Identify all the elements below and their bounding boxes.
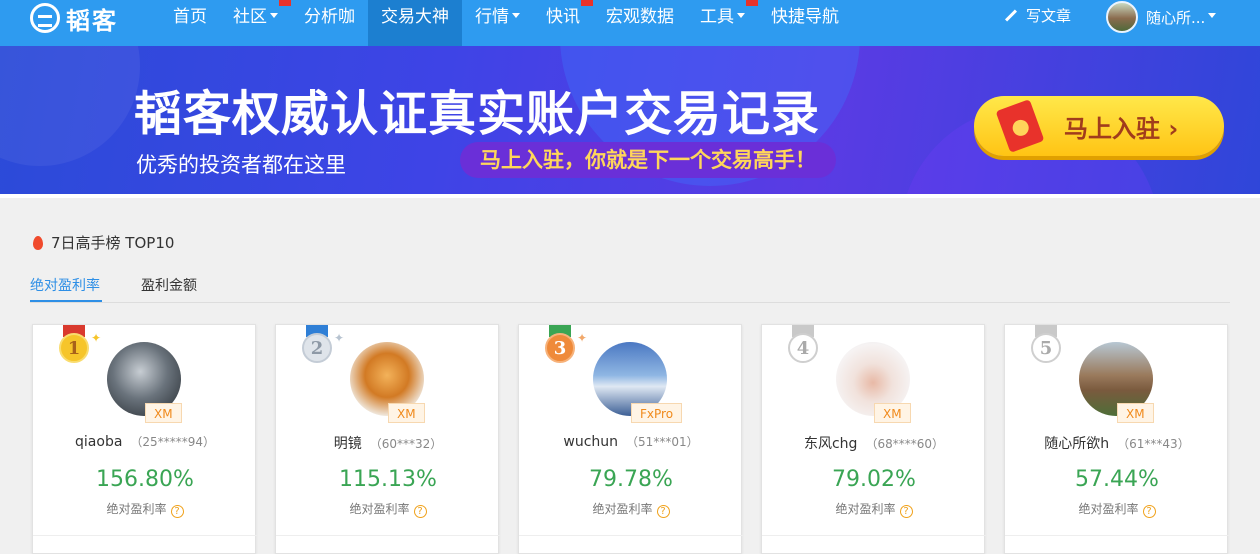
nav-item-label: 行情 xyxy=(475,7,509,27)
medal-icon: 5 xyxy=(1025,325,1069,369)
nav-item-quick-nav[interactable]: 快捷导航 xyxy=(758,0,852,46)
metric-label: 绝对盈利率 xyxy=(835,502,896,516)
metric-label: 绝对盈利率 xyxy=(106,502,167,516)
section-title-text: 7日高手榜 TOP10 xyxy=(51,234,175,252)
trader-name: 明镜 xyxy=(333,436,362,452)
nav-item-label: 工具 xyxy=(700,7,734,27)
return-value: 115.13% xyxy=(339,467,437,492)
logo-icon xyxy=(30,3,60,33)
return-value: 156.80% xyxy=(96,467,194,492)
caret-down-icon xyxy=(270,12,278,18)
user-avatar xyxy=(1106,1,1138,33)
active-tab-indicator xyxy=(30,300,102,302)
medal-icon: 3 ✦ xyxy=(539,325,587,369)
nav-item-macro-data[interactable]: 宏观数据 xyxy=(593,0,687,46)
trader-name: 随心所欲h xyxy=(1044,436,1110,452)
caret-down-icon xyxy=(1208,12,1217,18)
nav-item-news[interactable]: 快讯 xyxy=(533,0,593,46)
trader-id: （51***01） xyxy=(626,435,699,449)
trader-id: （61***43） xyxy=(1117,437,1190,451)
trader-card[interactable]: 3 ✦ FxPro wuchun （51***01） 79.78% 绝对盈利率? xyxy=(518,324,743,554)
return-value: 79.78% xyxy=(589,467,673,492)
write-article-label: 写文章 xyxy=(1026,7,1072,25)
question-icon[interactable]: ? xyxy=(170,505,184,518)
nav-item-label: 快讯 xyxy=(546,7,580,27)
nav-item-market[interactable]: 行情 xyxy=(462,0,533,46)
section-title: 7日高手榜 TOP10 xyxy=(33,232,174,253)
nav-item-label: 交易大神 xyxy=(381,7,449,27)
broker-badge: XM xyxy=(388,403,425,423)
tab-profit-amount[interactable]: 盈利金额 xyxy=(141,275,197,295)
question-icon[interactable]: ? xyxy=(899,505,913,518)
metric-label: 绝对盈利率 xyxy=(1078,502,1139,516)
trader-name: qiaoba xyxy=(75,434,123,450)
nav-item-tools[interactable]: 工具 xyxy=(687,0,758,46)
user-menu[interactable]: 随心所... xyxy=(1106,1,1217,33)
trader-name: wuchun xyxy=(563,434,619,450)
metric-label: 绝对盈利率 xyxy=(349,502,410,516)
banner-subtitle: 优秀的投资者都在这里 xyxy=(136,153,346,177)
medal-icon: 1 ✦ xyxy=(53,325,101,369)
trader-id: （68****60） xyxy=(865,437,944,451)
trader-name: 东风chg xyxy=(803,436,858,452)
question-icon[interactable]: ? xyxy=(1142,505,1156,518)
nav-item-analysts[interactable]: 分析咖 xyxy=(291,0,368,46)
user-name: 随心所... xyxy=(1146,8,1206,27)
nav-item-traders[interactable]: 交易大神 xyxy=(368,0,462,46)
nav-item-label: 快捷导航 xyxy=(771,7,839,27)
write-article-button[interactable]: 写文章 xyxy=(1004,5,1071,26)
nav-menu: 首页 社区 分析咖 交易大神 行情 快讯 宏观数据 工具 快捷导航 xyxy=(160,0,852,46)
trader-card[interactable]: 4 XM 东风chg （68****60） 79.02% 绝对盈利率? xyxy=(761,324,986,554)
broker-badge: XM xyxy=(1117,403,1154,423)
site-logo[interactable]: 韬客 xyxy=(30,0,118,36)
return-value: 57.44% xyxy=(1075,467,1159,492)
broker-badge: XM xyxy=(145,403,182,423)
question-icon[interactable]: ? xyxy=(656,505,670,518)
medal-icon: 2 ✦ xyxy=(296,325,344,369)
fire-icon xyxy=(33,235,43,250)
trader-card[interactable]: 2 ✦ XM 明镜 （60***32） 115.13% 绝对盈利率? xyxy=(275,324,500,554)
pen-icon xyxy=(1004,9,1018,22)
nav-item-label: 社区 xyxy=(233,7,267,27)
nav-item-label: 分析咖 xyxy=(304,7,355,27)
banner-title: 韬客权威认证真实账户交易记录 xyxy=(134,86,821,142)
trader-card[interactable]: 1 ✦ XM qiaoba （25*****94） 156.80% 绝对盈利率? xyxy=(32,324,257,554)
return-value: 79.02% xyxy=(832,467,916,492)
nav-item-label: 首页 xyxy=(173,7,207,27)
nav-item-community[interactable]: 社区 xyxy=(220,0,291,46)
new-flag-icon xyxy=(279,0,291,6)
red-envelope-icon xyxy=(995,99,1045,153)
promo-banner[interactable]: 韬客权威认证真实账户交易记录 优秀的投资者都在这里 马上入驻，你就是下一个交易高… xyxy=(0,46,1260,194)
new-flag-icon xyxy=(581,0,593,6)
broker-badge: XM xyxy=(874,403,911,423)
trader-card[interactable]: 5 XM 随心所欲h （61***43） 57.44% 绝对盈利率? xyxy=(1004,324,1229,554)
nav-item-label: 宏观数据 xyxy=(606,7,674,27)
new-flag-icon xyxy=(746,0,758,6)
broker-badge: FxPro xyxy=(631,403,683,423)
top-nav: 韬客 首页 社区 分析咖 交易大神 行情 快讯 宏观数据 工具 快捷导航 写文章… xyxy=(0,0,1260,46)
nav-item-home[interactable]: 首页 xyxy=(160,0,220,46)
banner-pill: 马上入驻，你就是下一个交易高手！ xyxy=(460,142,836,178)
trader-id: （60***32） xyxy=(369,437,443,451)
metric-label: 绝对盈利率 xyxy=(592,502,653,516)
tab-absolute-return[interactable]: 绝对盈利率 xyxy=(30,275,100,295)
question-icon[interactable]: ? xyxy=(413,505,427,518)
ranking-tabs: 绝对盈利率 盈利金额 xyxy=(30,270,1230,303)
logo-text: 韬客 xyxy=(66,5,118,35)
join-now-button[interactable]: 马上入驻 › xyxy=(974,96,1224,156)
caret-down-icon xyxy=(737,12,745,18)
medal-icon: 4 xyxy=(782,325,826,369)
join-now-label: 马上入驻 › xyxy=(1064,115,1179,143)
trader-id: （25*****94） xyxy=(130,435,215,449)
caret-down-icon xyxy=(512,12,520,18)
